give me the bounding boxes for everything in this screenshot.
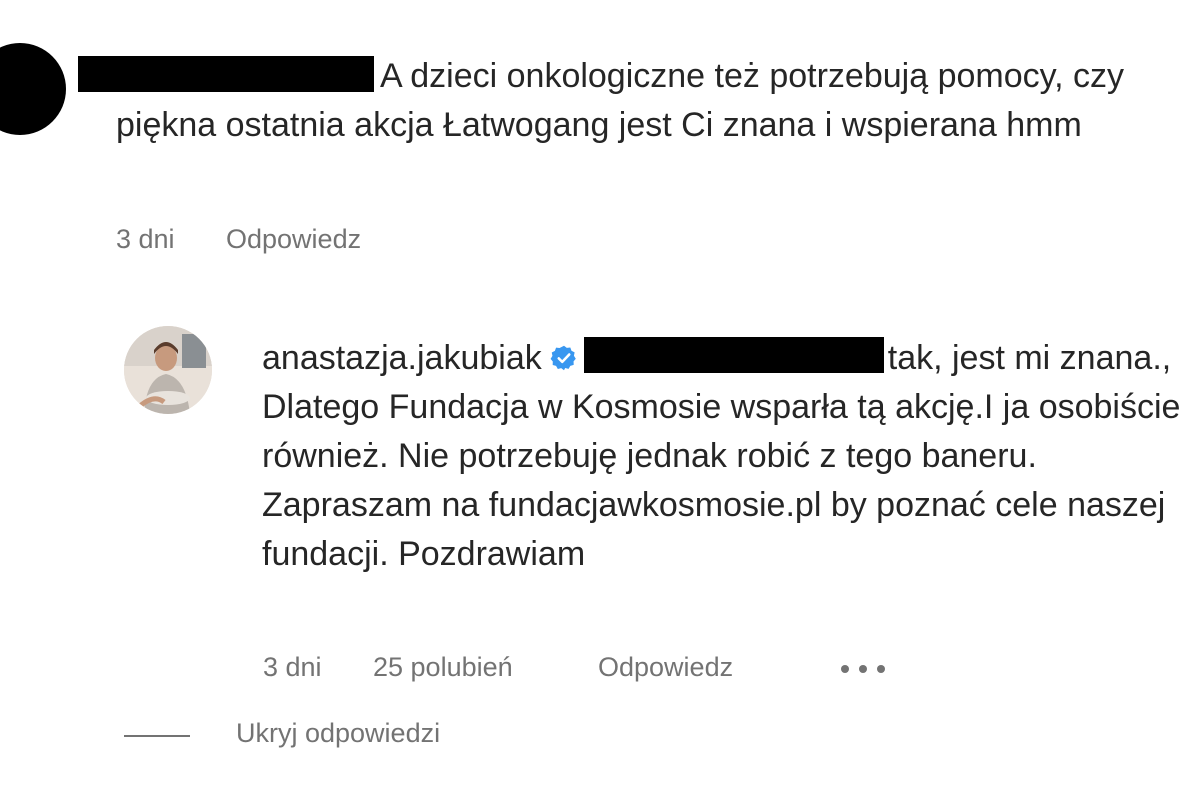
reply-body: anastazja.jakubiak tak, jest mi znana., …	[262, 334, 1182, 579]
reply-author-avatar[interactable]	[124, 326, 212, 414]
commenter-avatar[interactable]	[0, 43, 66, 135]
reply-timestamp: 3 dni	[263, 652, 322, 682]
reply-likes-count[interactable]: 25 polubień	[373, 652, 513, 683]
reply-reply-button[interactable]: Odpowiedz	[598, 652, 733, 683]
profile-photo-icon	[124, 326, 212, 414]
comment-thread: A dzieci onkologiczne też potrzebują pom…	[0, 0, 1200, 800]
more-options-icon[interactable]	[840, 664, 886, 674]
reply-username[interactable]: anastazja.jakubiak	[262, 339, 542, 377]
comment-text: A dzieci onkologiczne też potrzebują pom…	[116, 57, 1124, 144]
redacted-mention	[583, 337, 884, 373]
verified-badge-icon	[550, 345, 576, 371]
comment-reply-button[interactable]: Odpowiedz	[226, 224, 361, 255]
replies-divider-line	[124, 735, 190, 737]
hide-replies-button[interactable]: Ukryj odpowiedzi	[236, 718, 440, 749]
comment-timestamp: 3 dni	[116, 224, 175, 254]
